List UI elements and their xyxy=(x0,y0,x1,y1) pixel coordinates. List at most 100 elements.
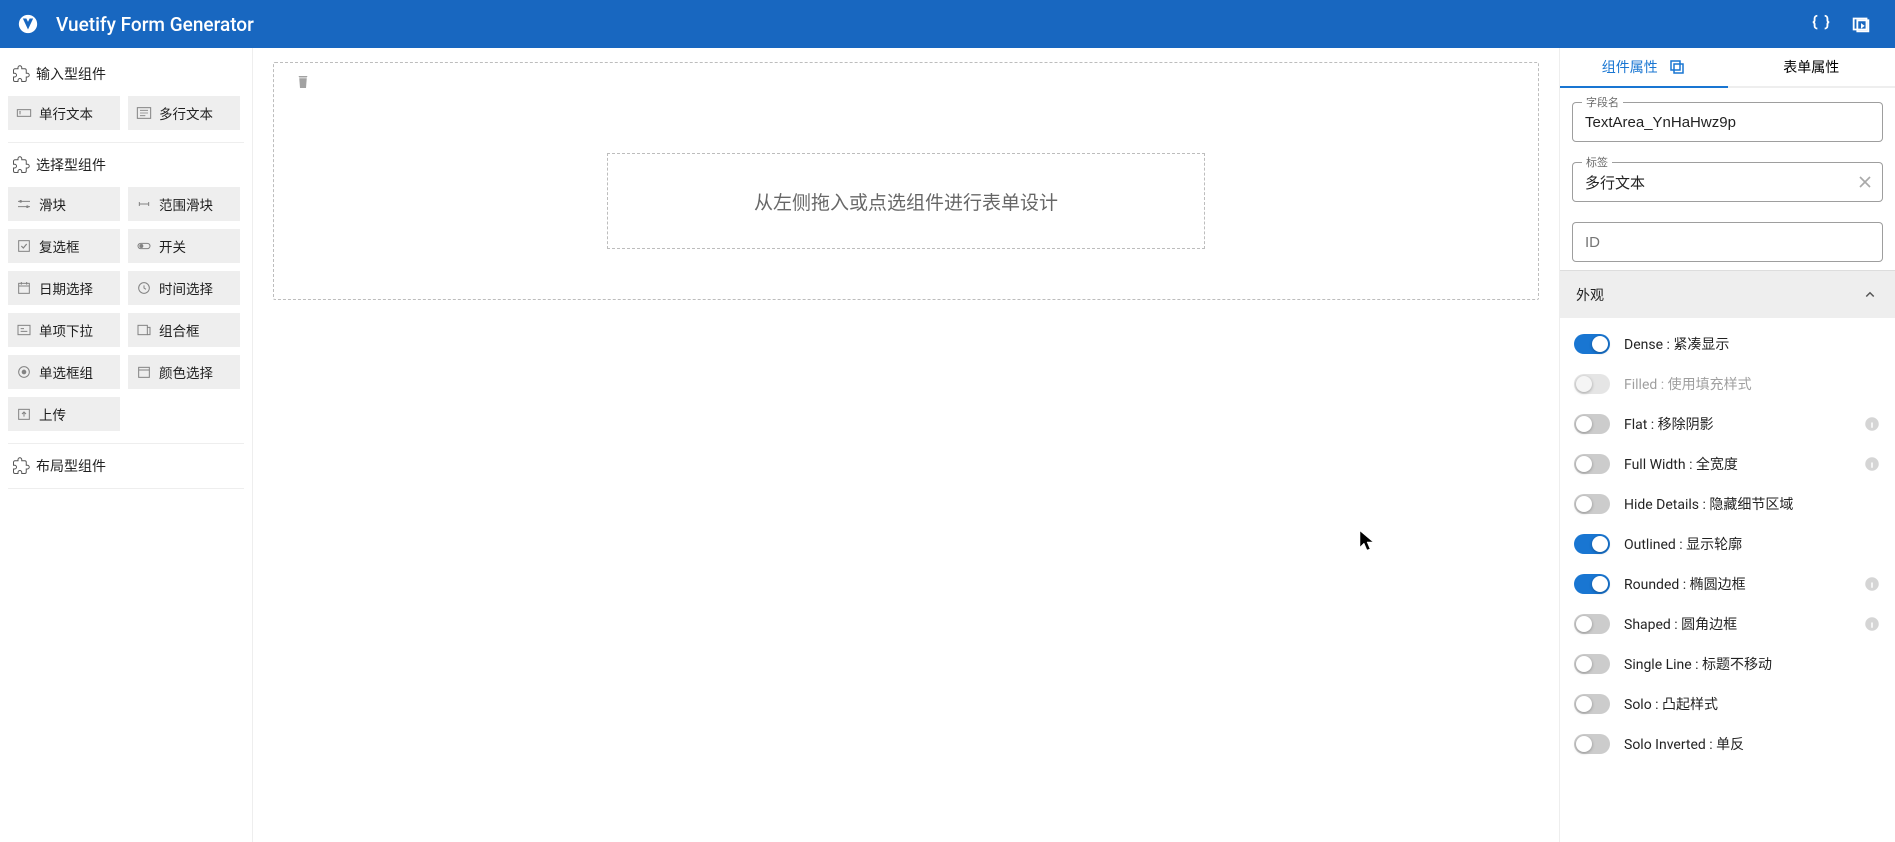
puzzle-icon xyxy=(12,457,30,475)
switch-label: Full Width : 全宽度 xyxy=(1624,454,1863,474)
switch-shaped: Shaped : 圆角边框 xyxy=(1574,604,1881,644)
switch-toggle[interactable] xyxy=(1574,614,1610,634)
info-icon[interactable] xyxy=(1863,455,1881,473)
switch-label: Solo : 凸起样式 xyxy=(1624,694,1881,714)
info-icon[interactable] xyxy=(1863,575,1881,593)
switch-icon xyxy=(136,238,152,254)
palette-icon xyxy=(136,364,152,380)
switch-label: Solo Inverted : 单反 xyxy=(1624,734,1881,754)
switch-label: Single Line : 标题不移动 xyxy=(1624,654,1881,674)
chip-label: 时间选择 xyxy=(159,278,213,298)
switch-toggle[interactable] xyxy=(1574,334,1610,354)
radio-icon xyxy=(16,364,32,380)
chip-label: 滑块 xyxy=(39,194,66,214)
chip-label: 组合框 xyxy=(159,320,200,340)
switch-rounded: Rounded : 椭圆边框 xyxy=(1574,564,1881,604)
chip-label: 多行文本 xyxy=(159,103,213,123)
switch-toggle[interactable] xyxy=(1574,654,1610,674)
puzzle-icon xyxy=(12,156,30,174)
label-input-wrap: 标签 xyxy=(1572,162,1883,202)
chip-time[interactable]: 时间选择 xyxy=(128,271,240,305)
drop-placeholder-text: 从左侧拖入或点选组件进行表单设计 xyxy=(754,188,1058,215)
chip-multi-line-text[interactable]: 多行文本 xyxy=(128,96,240,130)
tab-component-props[interactable]: 组件属性 xyxy=(1560,48,1728,86)
switch-toggle[interactable] xyxy=(1574,734,1610,754)
switch-label: Shaped : 圆角边框 xyxy=(1624,614,1863,634)
label-input[interactable] xyxy=(1572,162,1883,202)
chip-single-select[interactable]: 单项下拉 xyxy=(8,313,120,347)
chip-range-slider[interactable]: 范围滑块 xyxy=(128,187,240,221)
switch-label: Hide Details : 隐藏细节区域 xyxy=(1624,494,1881,514)
field-name-label: 字段名 xyxy=(1582,94,1623,110)
chip-label: 颜色选择 xyxy=(159,362,213,382)
info-icon[interactable] xyxy=(1863,615,1881,633)
form-canvas: 从左侧拖入或点选组件进行表单设计 xyxy=(253,48,1559,842)
puzzle-icon xyxy=(12,65,30,83)
switch-flat: Flat : 移除阴影 xyxy=(1574,404,1881,444)
chip-date[interactable]: 日期选择 xyxy=(8,271,120,305)
switch-toggle[interactable] xyxy=(1574,494,1610,514)
chip-combo[interactable]: 组合框 xyxy=(128,313,240,347)
info-icon[interactable] xyxy=(1863,415,1881,433)
tab-label: 表单属性 xyxy=(1783,57,1839,77)
chip-single-line-text[interactable]: 单行文本 xyxy=(8,96,120,130)
switch-single-line: Single Line : 标题不移动 xyxy=(1574,644,1881,684)
checkbox-icon xyxy=(16,238,32,254)
preview-button[interactable] xyxy=(1843,6,1879,42)
chip-slider[interactable]: 滑块 xyxy=(8,187,120,221)
chip-label: 复选框 xyxy=(39,236,80,256)
chip-upload[interactable]: 上传 xyxy=(8,397,120,431)
switch-label: Filled : 使用填充样式 xyxy=(1624,374,1881,394)
chip-label: 上传 xyxy=(39,404,66,424)
chip-label: 单行文本 xyxy=(39,103,93,123)
switch-toggle[interactable] xyxy=(1574,414,1610,434)
field-name-input-wrap: 字段名 xyxy=(1572,102,1883,142)
category-select[interactable]: 选择型组件 xyxy=(8,147,244,183)
accordion-title: 外观 xyxy=(1576,285,1604,305)
category-layout[interactable]: 布局型组件 xyxy=(8,448,244,484)
switch-toggle[interactable] xyxy=(1574,574,1610,594)
chip-switch[interactable]: 开关 xyxy=(128,229,240,263)
range-icon xyxy=(136,196,152,212)
drop-zone-outer[interactable]: 从左侧拖入或点选组件进行表单设计 xyxy=(273,62,1539,300)
delete-icon[interactable] xyxy=(294,73,312,91)
accordion-appearance[interactable]: 外观 xyxy=(1560,270,1895,318)
properties-tabs: 组件属性 表单属性 xyxy=(1560,48,1895,88)
switch-hide-details: Hide Details : 隐藏细节区域 xyxy=(1574,484,1881,524)
id-input[interactable] xyxy=(1572,222,1883,262)
category-input-label: 输入型组件 xyxy=(36,64,106,84)
cursor-icon xyxy=(1360,531,1376,551)
chip-checkbox[interactable]: 复选框 xyxy=(8,229,120,263)
switch-label: Outlined : 显示轮廓 xyxy=(1624,534,1881,554)
slider-icon xyxy=(16,196,32,212)
switch-toggle xyxy=(1574,374,1610,394)
tab-form-props[interactable]: 表单属性 xyxy=(1728,48,1895,86)
chip-label: 范围滑块 xyxy=(159,194,213,214)
switch-solo: Solo : 凸起样式 xyxy=(1574,684,1881,724)
chip-label: 单项下拉 xyxy=(39,320,93,340)
calendar-icon xyxy=(16,280,32,296)
copy-icon[interactable] xyxy=(1668,58,1686,76)
switch-toggle[interactable] xyxy=(1574,694,1610,714)
switch-toggle[interactable] xyxy=(1574,534,1610,554)
chip-color[interactable]: 颜色选择 xyxy=(128,355,240,389)
clear-icon[interactable] xyxy=(1855,172,1875,192)
category-input[interactable]: 输入型组件 xyxy=(8,56,244,92)
combo-icon xyxy=(136,322,152,338)
dropdown-icon xyxy=(16,322,32,338)
clock-icon xyxy=(136,280,152,296)
switch-outlined: Outlined : 显示轮廓 xyxy=(1574,524,1881,564)
switch-label: Rounded : 椭圆边框 xyxy=(1624,574,1863,594)
chip-radio-group[interactable]: 单选框组 xyxy=(8,355,120,389)
chevron-up-icon xyxy=(1861,286,1879,304)
chip-label: 开关 xyxy=(159,236,186,256)
textarea-icon xyxy=(136,105,152,121)
json-code-button[interactable] xyxy=(1803,6,1839,42)
switch-label: Flat : 移除阴影 xyxy=(1624,414,1863,434)
switch-toggle[interactable] xyxy=(1574,454,1610,474)
logo-icon xyxy=(16,12,40,36)
category-layout-label: 布局型组件 xyxy=(36,456,106,476)
id-input-wrap xyxy=(1572,222,1883,262)
drop-zone-inner[interactable]: 从左侧拖入或点选组件进行表单设计 xyxy=(607,153,1205,249)
chip-label: 日期选择 xyxy=(39,278,93,298)
